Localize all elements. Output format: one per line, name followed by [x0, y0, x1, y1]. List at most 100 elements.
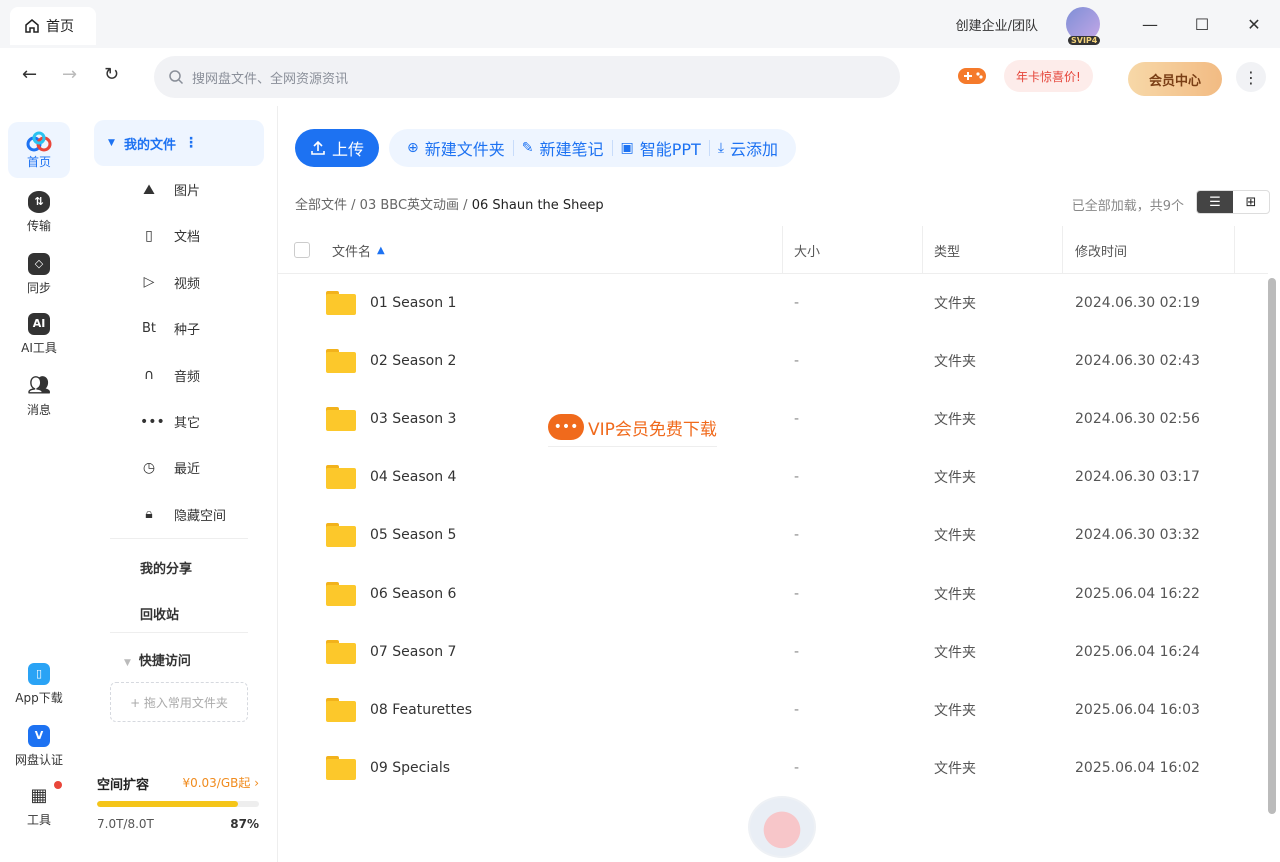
- file-name-cell[interactable]: 08 Featurettes: [326, 681, 472, 739]
- quick-access-header[interactable]: ▼ 快捷访问: [124, 650, 191, 669]
- message-icon: 👥︎: [27, 375, 51, 396]
- sidebar-item-image[interactable]: ⛰ 图片: [140, 180, 200, 200]
- rail-label: 首页: [26, 154, 51, 169]
- table-row[interactable]: 03 Season 3 - 文件夹 2024.06.30 02:56: [278, 390, 1268, 448]
- sidebar-item-lock[interactable]: 🔒︎ 隐藏空间: [140, 505, 226, 524]
- search-icon: [169, 70, 184, 85]
- table-row[interactable]: 07 Season 7 - 文件夹 2025.06.04 16:24: [278, 623, 1268, 681]
- rail-item-transfer[interactable]: ⇅ 传输: [8, 184, 70, 240]
- breadcrumb-root[interactable]: 全部文件: [295, 198, 347, 213]
- file-name[interactable]: 04 Season 4: [370, 469, 456, 485]
- column-type[interactable]: 类型: [934, 226, 960, 274]
- table-row[interactable]: 09 Specials - 文件夹 2025.06.04 16:02: [278, 739, 1268, 797]
- upload-button[interactable]: 上传: [295, 129, 379, 167]
- rail-item-home[interactable]: 首页: [8, 122, 70, 178]
- rail-item-tools[interactable]: ▦ 工具: [8, 778, 70, 834]
- forward-arrow-icon[interactable]: →: [62, 64, 77, 85]
- select-all-checkbox[interactable]: [294, 242, 310, 258]
- game-controller-icon[interactable]: [956, 64, 988, 88]
- more-vertical-icon[interactable]: ⋮: [184, 135, 198, 151]
- file-name-cell[interactable]: 09 Specials: [326, 739, 450, 797]
- minimize-button[interactable]: —: [1124, 0, 1176, 48]
- file-name[interactable]: 03 Season 3: [370, 411, 456, 427]
- table-row[interactable]: 01 Season 1 - 文件夹 2024.06.30 02:19: [278, 274, 1268, 332]
- table-row[interactable]: 05 Season 5 - 文件夹 2024.06.30 03:32: [278, 506, 1268, 564]
- table-row[interactable]: 08 Featurettes - 文件夹 2025.06.04 16:03: [278, 681, 1268, 739]
- close-button[interactable]: ✕: [1228, 0, 1280, 48]
- file-name[interactable]: 07 Season 7: [370, 644, 456, 660]
- file-name-cell[interactable]: 07 Season 7: [326, 623, 456, 681]
- tab-home[interactable]: 首页: [10, 7, 96, 45]
- column-separator[interactable]: [1062, 226, 1063, 274]
- back-arrow-icon[interactable]: ←: [22, 64, 37, 85]
- rail-item-ai-tool[interactable]: AI AI工具: [8, 306, 70, 362]
- file-name-cell[interactable]: 02 Season 2: [326, 332, 456, 390]
- vip-center-button[interactable]: 会员中心: [1128, 62, 1222, 96]
- sidebar-item-audio[interactable]: ∩ 音频: [140, 366, 200, 385]
- table-row[interactable]: 04 Season 4 - 文件夹 2024.06.30 03:17: [278, 448, 1268, 506]
- file-name-cell[interactable]: 05 Season 5: [326, 506, 456, 564]
- sidebar-item-document[interactable]: ▯ 文档: [140, 226, 200, 246]
- file-size: -: [794, 353, 800, 370]
- column-modified[interactable]: 修改时间: [1075, 226, 1127, 274]
- breadcrumb-parent[interactable]: 03 BBC英文动画: [360, 198, 459, 213]
- list-view-icon[interactable]: ☰: [1197, 191, 1233, 213]
- refresh-icon[interactable]: ↻: [104, 64, 119, 85]
- column-name[interactable]: 文件名 ▲: [332, 226, 385, 274]
- file-name-cell[interactable]: 04 Season 4: [326, 448, 456, 506]
- rail-item-certification[interactable]: V 网盘认证: [8, 718, 70, 774]
- file-type: 文件夹: [934, 354, 976, 371]
- column-separator[interactable]: [1234, 226, 1235, 274]
- avatar[interactable]: SVIP4: [1066, 7, 1101, 45]
- new-note-button[interactable]: ✎ 新建笔记: [514, 136, 612, 160]
- transfer-icon: ⇅: [28, 190, 50, 213]
- scrollbar[interactable]: [1268, 278, 1276, 814]
- file-name[interactable]: 01 Season 1: [370, 295, 456, 311]
- table-row[interactable]: 02 Season 2 - 文件夹 2024.06.30 02:43: [278, 332, 1268, 390]
- file-name-cell[interactable]: 01 Season 1: [326, 274, 456, 332]
- my-files-nav[interactable]: ▼ 我的文件 ⋮: [94, 120, 264, 166]
- sidebar-item-recent[interactable]: ◷ 最近: [140, 458, 200, 478]
- file-name[interactable]: 02 Season 2: [370, 353, 456, 369]
- sort-icon[interactable]: ▲: [377, 245, 385, 256]
- rail-item-app-download[interactable]: ▯ App下载: [8, 656, 70, 712]
- rail-item-message[interactable]: 👥︎ 消息: [8, 368, 70, 424]
- file-name-cell[interactable]: 06 Season 6: [326, 565, 456, 623]
- smart-ppt-button[interactable]: ▣ 智能PPT: [613, 136, 709, 160]
- rail-label: App下载: [15, 690, 63, 705]
- search-placeholder: 搜网盘文件、全网资源资讯: [192, 71, 349, 87]
- column-size[interactable]: 大小: [794, 226, 820, 274]
- more-menu-button[interactable]: ⋮: [1236, 62, 1266, 92]
- sidebar-item-video[interactable]: ▷ 视频: [140, 273, 200, 292]
- create-team-link[interactable]: 创建企业/团队: [956, 15, 1038, 34]
- column-separator[interactable]: [782, 226, 783, 274]
- file-size: -: [794, 759, 800, 776]
- favorite-folder-drop-zone[interactable]: + 拖入常用文件夹: [110, 682, 248, 722]
- my-share-nav[interactable]: 我的分享: [140, 558, 192, 577]
- file-name[interactable]: 08 Featurettes: [370, 702, 472, 718]
- table-row[interactable]: 06 Season 6 - 文件夹 2025.06.04 16:22: [278, 565, 1268, 623]
- file-name[interactable]: 06 Season 6: [370, 586, 456, 602]
- file-name[interactable]: 05 Season 5: [370, 527, 456, 543]
- search-input[interactable]: 搜网盘文件、全网资源资讯: [154, 56, 900, 98]
- mascot-assistant-icon[interactable]: [748, 796, 816, 858]
- title-bar: 首页 创建企业/团队 SVIP4 — ☐ ✕: [0, 0, 1280, 48]
- collapse-caret-icon[interactable]: ▼: [124, 658, 131, 668]
- annual-promo-badge[interactable]: 年卡惊喜价!: [1004, 60, 1093, 92]
- file-name[interactable]: 09 Specials: [370, 760, 450, 776]
- recent-icon: ◷: [142, 459, 156, 476]
- new-folder-button[interactable]: ⊕ 新建文件夹: [399, 136, 513, 160]
- column-separator[interactable]: [922, 226, 923, 274]
- recycle-bin-nav[interactable]: 回收站: [140, 604, 179, 623]
- expand-storage-link[interactable]: ¥0.03/GB起 ›: [182, 774, 259, 793]
- home-icon: [25, 19, 39, 33]
- file-name-cell[interactable]: 03 Season 3: [326, 390, 456, 448]
- collapse-caret-icon[interactable]: ▼: [108, 138, 115, 148]
- sidebar-item-torrent[interactable]: Bt 种子: [140, 319, 200, 338]
- rail-item-sync[interactable]: ◇ 同步: [8, 246, 70, 302]
- sidebar-item-other[interactable]: ••• 其它: [140, 412, 200, 432]
- my-files-label: 我的文件: [124, 137, 177, 153]
- grid-view-icon[interactable]: ⊞: [1233, 191, 1269, 213]
- maximize-button[interactable]: ☐: [1176, 0, 1228, 48]
- cloud-add-button[interactable]: ⤓ 云添加: [710, 136, 786, 160]
